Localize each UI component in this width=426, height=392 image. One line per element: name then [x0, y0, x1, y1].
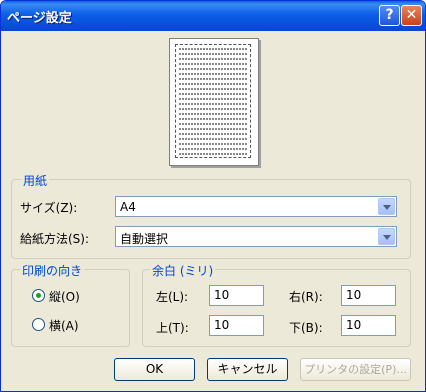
paper-group-label: 用紙	[21, 172, 50, 189]
landscape-label[interactable]: 横(A)	[49, 317, 79, 334]
chevron-down-icon[interactable]	[378, 198, 395, 215]
printer-settings-button[interactable]: プリンタの設定(P)...	[300, 358, 411, 381]
page-setup-dialog: ページ設定 ? ✕ 用紙 サイズ(Z): A4 給紙方法(S): 自動選択 印刷…	[0, 0, 426, 392]
paper-group	[11, 179, 411, 259]
source-label: 給紙方法(S):	[20, 232, 90, 246]
bottom-margin-label: 下(B):	[289, 321, 323, 335]
cancel-button[interactable]: キャンセル	[207, 358, 288, 381]
right-margin-input[interactable]: 10	[341, 285, 396, 306]
close-button[interactable]: ✕	[401, 5, 422, 26]
left-margin-input[interactable]: 10	[209, 285, 264, 306]
top-margin-input[interactable]: 10	[209, 315, 264, 336]
orientation-group	[11, 269, 130, 347]
size-value: A4	[120, 200, 136, 214]
chevron-down-icon[interactable]	[378, 228, 395, 245]
ok-button[interactable]: OK	[114, 358, 195, 381]
top-margin-label: 上(T):	[156, 321, 189, 335]
size-label: サイズ(Z):	[20, 201, 78, 215]
orientation-group-label: 印刷の向き	[20, 262, 85, 279]
window-title: ページ設定	[7, 11, 72, 26]
page-preview-margins	[175, 44, 251, 158]
help-button[interactable]: ?	[379, 5, 400, 26]
size-select[interactable]: A4	[115, 196, 397, 217]
right-margin-label: 右(R):	[289, 290, 323, 304]
source-select[interactable]: 自動選択	[115, 226, 397, 247]
left-margin-label: 左(L):	[156, 290, 189, 304]
page-preview	[169, 38, 259, 166]
margins-group-label: 余白 (ミリ)	[150, 262, 216, 279]
source-value: 自動選択	[120, 232, 169, 246]
bottom-margin-input[interactable]: 10	[341, 315, 396, 336]
portrait-radio[interactable]	[32, 289, 45, 302]
landscape-radio[interactable]	[32, 318, 45, 331]
portrait-label[interactable]: 縦(O)	[49, 288, 80, 305]
title-bar[interactable]: ページ設定 ? ✕	[1, 1, 425, 31]
